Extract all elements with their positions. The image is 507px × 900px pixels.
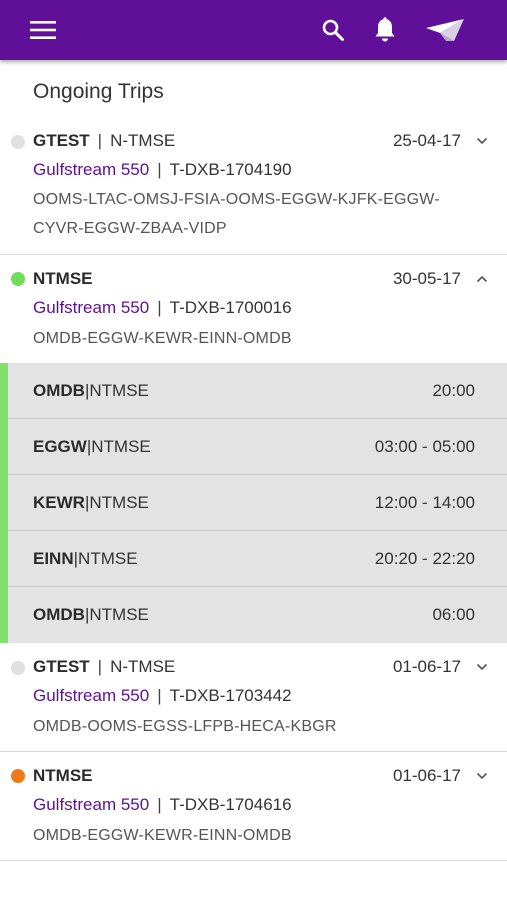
registration: N-TMSE [110, 657, 176, 676]
trip-route: OMDB-OOMS-EGSS-LFPB-HECA-KBGR [33, 718, 337, 735]
leg-row[interactable]: OMDB|NTMSE 06:00 [8, 587, 507, 643]
chevron-up-icon[interactable] [471, 267, 493, 291]
separator: | [97, 131, 103, 150]
leg-tail: NTMSE [89, 381, 149, 400]
trip-date: 25-04-17 [392, 131, 461, 150]
leg-tail: NTMSE [89, 605, 149, 624]
trip-id: T-DXB-1700016 [169, 298, 292, 317]
chevron-down-icon[interactable] [471, 655, 493, 679]
legs-indicator-bar [0, 363, 8, 643]
aircraft-type: Gulfstream 550 [33, 686, 150, 705]
bell-icon[interactable] [366, 0, 404, 60]
menu-icon[interactable] [24, 0, 62, 60]
leg-time: 03:00 - 05:00 [374, 437, 475, 456]
separator: | [157, 160, 162, 179]
route-line: CYVR-EGGW-ZBAA-VIDP [33, 220, 227, 237]
status-dot [11, 272, 25, 286]
trip-route: OOMS-LTAC-OMSJ-FSIA-OOMS-EGGW-KJFK-EGGW-… [33, 185, 467, 243]
aircraft-type: Gulfstream 550 [33, 160, 150, 179]
leg-time: 20:00 [432, 381, 475, 400]
status-dot [11, 135, 25, 149]
leg-airport: OMDB [33, 605, 85, 624]
separator: | [157, 686, 162, 705]
leg-airport: EINN [33, 549, 74, 568]
leg-airport: EGGW [33, 437, 87, 456]
leg-airport: KEWR [33, 493, 85, 512]
leg-time: 06:00 [432, 605, 475, 624]
separator: | [157, 795, 162, 814]
leg-row[interactable]: EGGW|NTMSE 03:00 - 05:00 [8, 419, 507, 475]
separator: | [157, 298, 162, 317]
tail-number: GTEST [33, 657, 90, 676]
search-icon[interactable] [314, 0, 352, 60]
leg-row[interactable]: EINN|NTMSE 20:20 - 22:20 [8, 531, 507, 587]
status-dot [11, 661, 25, 675]
trip-card[interactable]: GTEST | N-TMSE 01-06-17 Gulfstream 550 | T-D… [0, 644, 507, 752]
leg-time: 12:00 - 14:00 [374, 493, 475, 512]
trip-legs-panel: OMDB|NTMSE 20:00 EGGW|NTMSE 03:00 - 05:0… [0, 363, 507, 643]
trip-id: T-DXB-1704190 [169, 160, 292, 179]
leg-tail: NTMSE [78, 549, 138, 568]
leg-time: 20:20 - 22:20 [374, 549, 475, 568]
chevron-down-icon[interactable] [471, 129, 493, 153]
trip-card[interactable]: NTMSE 01-06-17 Gulfstream 550 | T-DXB-1704… [0, 753, 507, 861]
leg-airport: OMDB [33, 381, 85, 400]
trip-date: 01-06-17 [392, 766, 461, 785]
trip-id: T-DXB-1704616 [169, 795, 292, 814]
tail-number: NTMSE [33, 766, 93, 785]
leg-row[interactable]: OMDB|NTMSE 20:00 [8, 363, 507, 419]
aircraft-type: Gulfstream 550 [33, 298, 150, 317]
paper-plane-icon[interactable] [418, 0, 472, 60]
leg-tail: NTMSE [89, 493, 149, 512]
chevron-down-icon[interactable] [471, 764, 493, 788]
section-title: Ongoing Trips [33, 80, 164, 103]
tail-number: GTEST [33, 131, 90, 150]
registration: N-TMSE [110, 131, 176, 150]
trip-date: 01-06-17 [392, 657, 461, 676]
tail-number: NTMSE [33, 269, 93, 288]
separator: | [97, 657, 103, 676]
status-dot [11, 769, 25, 783]
app-bar [0, 0, 507, 60]
trip-date: 30-05-17 [392, 269, 461, 288]
trip-card[interactable]: NTMSE 30-05-17 Gulfstream 550 | T-DXB-1700… [0, 256, 507, 363]
route-line: OOMS-LTAC-OMSJ-FSIA-OOMS-EGGW-KJFK-EGGW- [33, 191, 440, 208]
trip-route: OMDB-EGGW-KEWR-EINN-OMDB [33, 330, 292, 347]
leg-tail: NTMSE [91, 437, 151, 456]
trip-id: T-DXB-1703442 [169, 686, 292, 705]
trip-route: OMDB-EGGW-KEWR-EINN-OMDB [33, 827, 292, 844]
aircraft-type: Gulfstream 550 [33, 795, 150, 814]
leg-row[interactable]: KEWR|NTMSE 12:00 - 14:00 [8, 475, 507, 531]
trip-card[interactable]: GTEST | N-TMSE 25-04-17 Gulfstream 550 | T-D… [0, 125, 507, 255]
